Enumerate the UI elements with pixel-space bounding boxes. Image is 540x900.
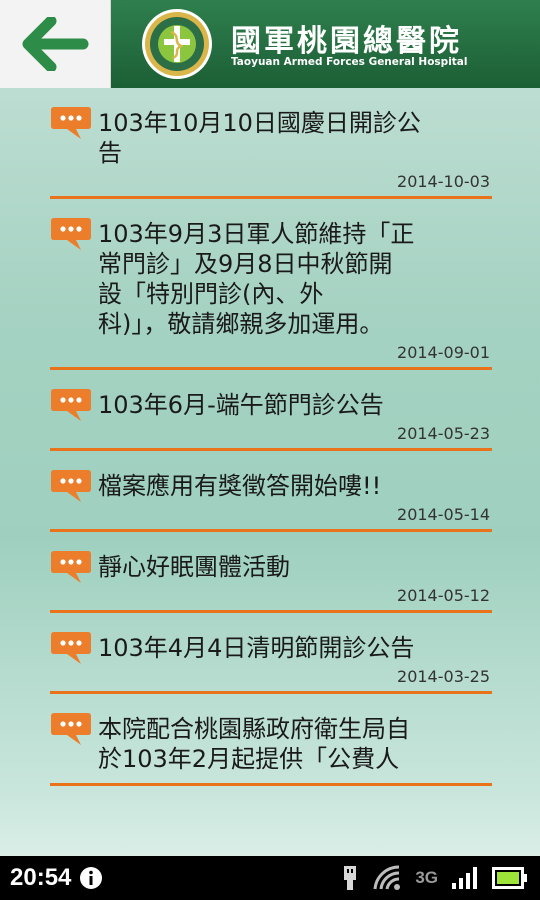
wifi-icon	[373, 865, 401, 890]
announcement-date: 2014-09-01	[397, 343, 490, 362]
speech-bubble-icon	[51, 218, 91, 250]
announcement-list[interactable]: 103年10月10日國慶日開診公 告 2014-10-03 103年9月3日軍人…	[0, 88, 540, 856]
back-button[interactable]	[0, 0, 111, 88]
app-header: 國軍桃園總醫院 Taoyuan Armed Forces General Hos…	[0, 0, 540, 88]
list-item[interactable]: 103年10月10日國慶日開診公 告 2014-10-03	[50, 88, 492, 199]
list-item[interactable]: 103年9月3日軍人節維持「正 常門診」及9月8日中秋節開 設「特別門診(內、外…	[50, 199, 492, 370]
announcement-date: 2014-03-25	[397, 667, 490, 686]
status-icons: 3G	[339, 864, 528, 892]
speech-bubble-icon	[51, 632, 91, 664]
hospital-banner: 國軍桃園總醫院 Taoyuan Armed Forces General Hos…	[111, 0, 540, 88]
announcement-title: 103年4月4日清明節開診公告	[98, 634, 415, 662]
list-item[interactable]: 103年6月-端午節門診公告 2014-05-23	[50, 370, 492, 451]
announcement-title: 103年10月10日國慶日開診公 告	[98, 109, 421, 167]
announcement-date: 2014-10-03	[397, 172, 490, 191]
hospital-emblem-icon	[142, 9, 212, 79]
list-item[interactable]: 檔案應用有獎徵答開始嘍!! 2014-05-14	[50, 451, 492, 532]
clock-time: 20:54	[10, 864, 72, 891]
hospital-name-english: Taoyuan Armed Forces General Hospital	[231, 56, 468, 68]
speech-bubble-icon	[51, 107, 91, 139]
speech-bubble-icon	[51, 470, 91, 502]
announcement-date	[50, 774, 492, 783]
list-item[interactable]: 靜心好眠團體活動 2014-05-12	[50, 532, 492, 613]
announcement-date: 2014-05-14	[397, 505, 490, 524]
hospital-name: 國軍桃園總醫院	[231, 24, 462, 59]
list-item[interactable]: 103年4月4日清明節開診公告 2014-03-25	[50, 613, 492, 694]
announcement-date: 2014-05-12	[397, 586, 490, 605]
announcement-title: 103年6月-端午節門診公告	[98, 391, 384, 419]
network-type: 3G	[415, 868, 438, 887]
battery-icon	[492, 867, 527, 889]
status-bar: 20:54 3G	[0, 856, 540, 900]
speech-bubble-icon	[51, 551, 91, 583]
speech-bubble-icon	[51, 389, 91, 421]
info-icon	[80, 867, 103, 889]
usb-icon	[344, 866, 357, 890]
speech-bubble-icon	[51, 713, 91, 745]
announcement-title: 檔案應用有獎徵答開始嘍!!	[98, 472, 382, 500]
signal-icon	[452, 867, 477, 889]
list-item[interactable]: 本院配合桃園縣政府衛生局自 於103年2月起提供「公費人	[50, 694, 492, 786]
arrow-left-icon	[22, 17, 89, 71]
announcement-title: 本院配合桃園縣政府衛生局自 於103年2月起提供「公費人	[98, 715, 410, 773]
announcement-date: 2014-05-23	[397, 424, 490, 443]
announcement-title: 靜心好眠團體活動	[98, 553, 290, 581]
announcement-title: 103年9月3日軍人節維持「正 常門診」及9月8日中秋節開 設「特別門診(內、外…	[98, 220, 415, 338]
